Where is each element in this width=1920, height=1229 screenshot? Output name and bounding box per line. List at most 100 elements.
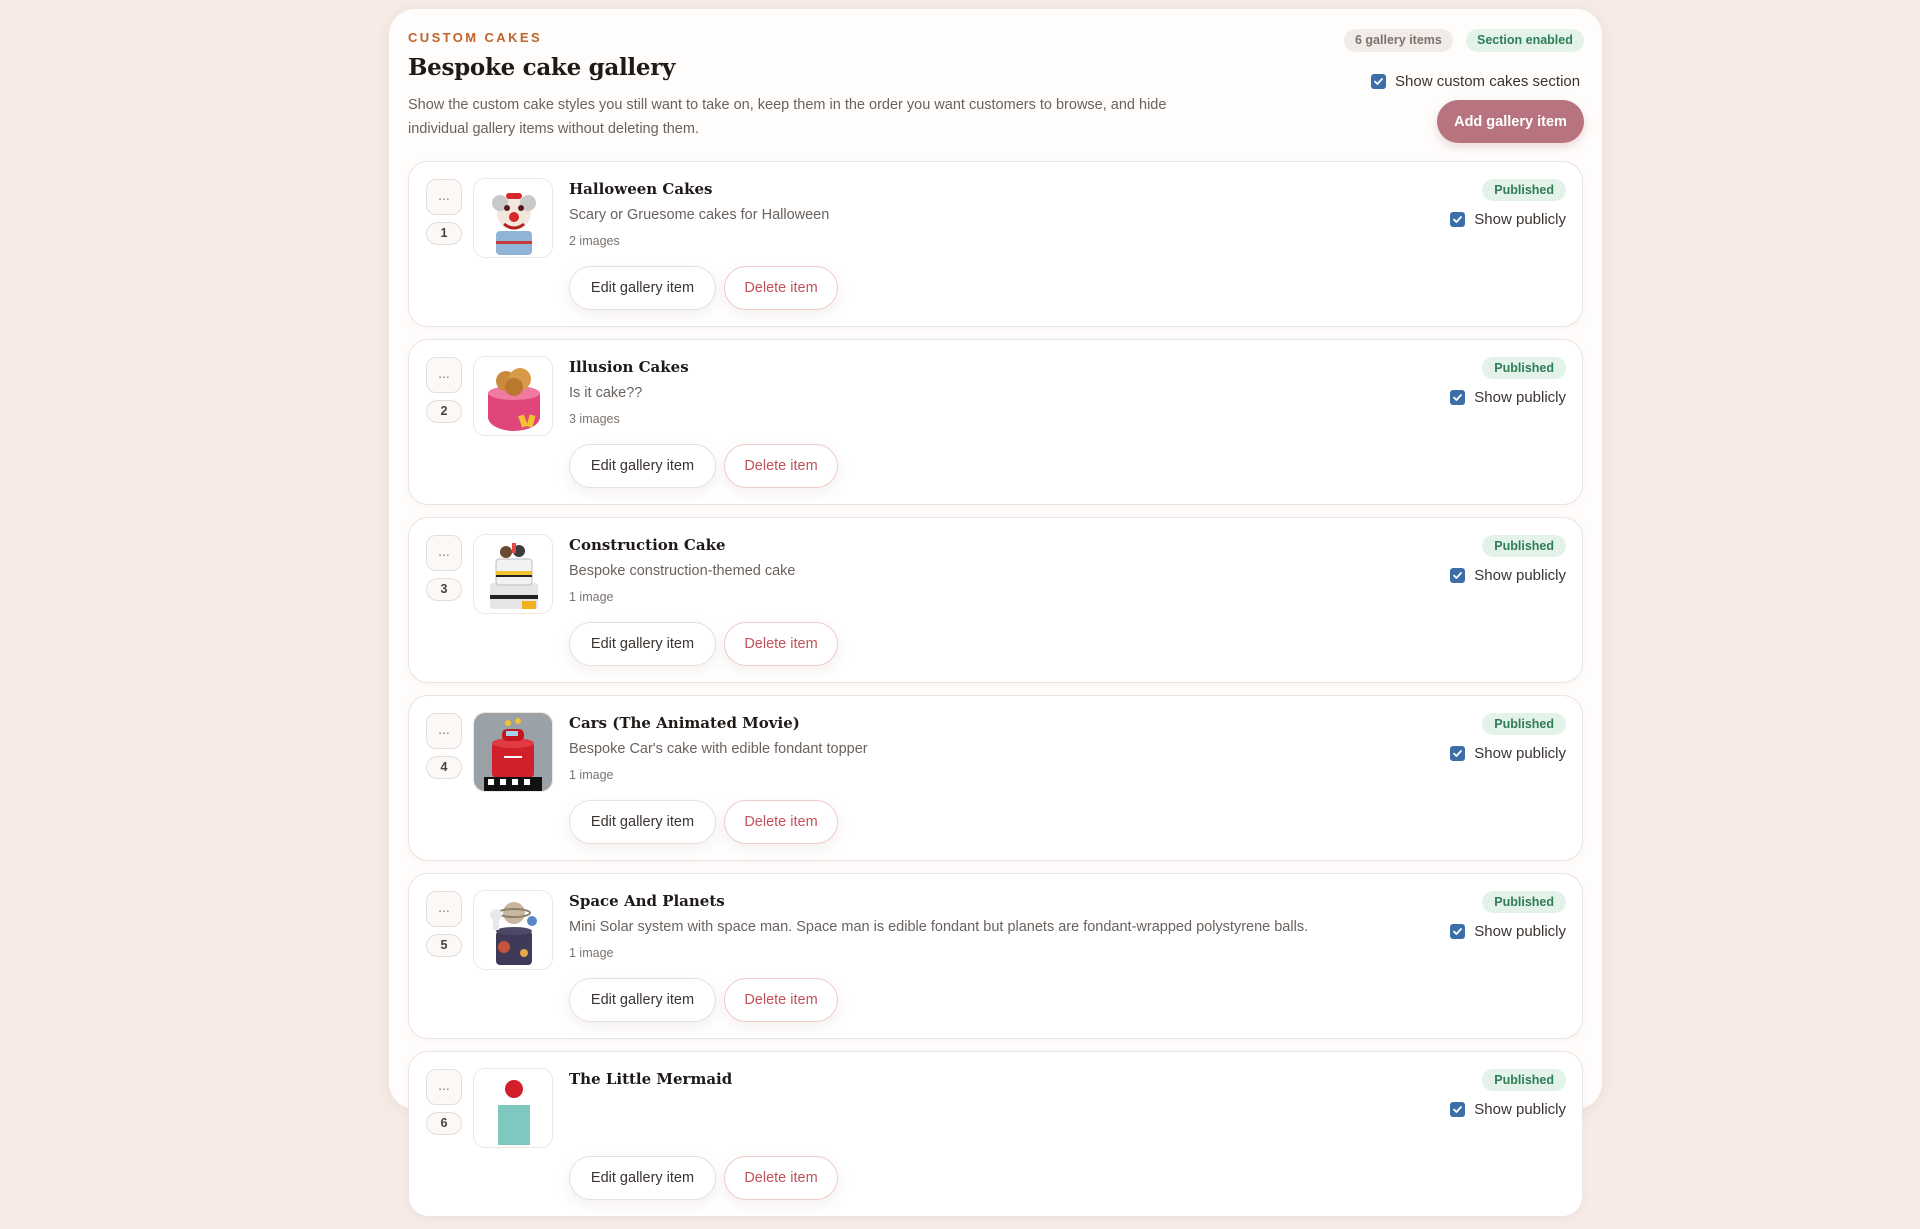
section-description: Show the custom cake styles you still wa… xyxy=(408,97,1167,137)
show-publicly-toggle[interactable]: Show publicly xyxy=(1450,1101,1566,1118)
delete-item-button[interactable]: Delete item xyxy=(724,978,838,1022)
page-title: Bespoke cake gallery xyxy=(408,54,676,81)
drag-handle[interactable]: ... xyxy=(426,713,462,749)
show-section-label: Show custom cakes section xyxy=(1395,73,1581,90)
drag-handle-label: ... xyxy=(438,899,450,915)
show-publicly-checkbox[interactable] xyxy=(1450,1102,1466,1117)
show-publicly-label: Show publicly xyxy=(1474,389,1566,406)
show-publicly-checkbox[interactable] xyxy=(1450,746,1466,761)
drag-handle-label: ... xyxy=(438,721,450,737)
gallery-item-description: Scary or Gruesome cakes for Halloween xyxy=(569,207,830,223)
gallery-item-list: ... 1 Halloween Cakes Scary or Gruesome … xyxy=(408,161,1583,1229)
edit-gallery-item-button[interactable]: Edit gallery item xyxy=(569,622,716,666)
gallery-item-description: Is it cake?? xyxy=(569,385,643,401)
edit-gallery-item-button[interactable]: Edit gallery item xyxy=(569,800,716,844)
construction-cake-image xyxy=(473,534,553,614)
gallery-item-card: ... 3 Construction Cake Bespoke construc… xyxy=(408,517,1583,683)
gallery-item-title: Construction Cake xyxy=(569,536,726,554)
gallery-count-badge: 6 gallery items xyxy=(1344,29,1453,52)
show-publicly-checkbox[interactable] xyxy=(1450,924,1466,939)
gallery-item-image-count: 1 image xyxy=(569,946,614,960)
published-status-badge: Published xyxy=(1482,179,1566,201)
gallery-item-title: Halloween Cakes xyxy=(569,180,713,198)
gallery-item-title: The Little Mermaid xyxy=(569,1070,733,1088)
gallery-item-description: Bespoke Car's cake with edible fondant t… xyxy=(569,741,868,757)
gallery-item-title: Space And Planets xyxy=(569,892,725,910)
position-badge: 1 xyxy=(426,222,462,245)
drag-handle-label: ... xyxy=(438,1077,450,1093)
gallery-item-title: Cars (The Animated Movie) xyxy=(569,714,800,732)
gallery-item-card: ... 4 Cars (The Animated Movie) Bespoke … xyxy=(408,695,1583,861)
show-publicly-toggle[interactable]: Show publicly xyxy=(1450,745,1566,762)
position-badge: 2 xyxy=(426,400,462,423)
position-badge: 6 xyxy=(426,1112,462,1135)
gallery-item-image-count: 3 images xyxy=(569,412,620,426)
clown-cake-image xyxy=(473,178,553,258)
drag-handle[interactable]: ... xyxy=(426,1069,462,1105)
gallery-item-image-count: 1 image xyxy=(569,768,614,782)
delete-item-button[interactable]: Delete item xyxy=(724,800,838,844)
checkmark-icon xyxy=(1453,394,1463,401)
published-status-badge: Published xyxy=(1482,713,1566,735)
position-badge: 3 xyxy=(426,578,462,601)
race-car-cake-image xyxy=(473,712,553,792)
delete-item-button[interactable]: Delete item xyxy=(724,1156,838,1200)
delete-item-button[interactable]: Delete item xyxy=(724,266,838,310)
gallery-item-title: Illusion Cakes xyxy=(569,358,689,376)
gallery-item-image-count: 2 images xyxy=(569,234,620,248)
drag-handle[interactable]: ... xyxy=(426,357,462,393)
checkmark-icon xyxy=(1453,750,1463,757)
edit-gallery-item-button[interactable]: Edit gallery item xyxy=(569,266,716,310)
show-publicly-label: Show publicly xyxy=(1474,1101,1566,1118)
delete-item-button[interactable]: Delete item xyxy=(724,622,838,666)
drag-handle[interactable]: ... xyxy=(426,535,462,571)
mermaid-cake-image xyxy=(473,1068,553,1148)
show-publicly-label: Show publicly xyxy=(1474,567,1566,584)
show-publicly-checkbox[interactable] xyxy=(1450,212,1466,227)
checkmark-icon xyxy=(1374,78,1383,85)
edit-gallery-item-button[interactable]: Edit gallery item xyxy=(569,978,716,1022)
gallery-item-description: Bespoke construction-themed cake xyxy=(569,563,796,579)
gallery-item-card: ... 6 The Little Mermaid Edit gallery it… xyxy=(408,1051,1583,1217)
published-status-badge: Published xyxy=(1482,535,1566,557)
position-badge: 4 xyxy=(426,756,462,779)
section-eyebrow: CUSTOM CAKES xyxy=(408,30,543,45)
delete-item-button[interactable]: Delete item xyxy=(724,444,838,488)
published-status-badge: Published xyxy=(1482,1069,1566,1091)
planets-cake-image xyxy=(473,890,553,970)
drag-handle-label: ... xyxy=(438,543,450,559)
add-gallery-item-button[interactable]: Add gallery item xyxy=(1437,100,1584,143)
show-publicly-checkbox[interactable] xyxy=(1450,568,1466,583)
show-publicly-label: Show publicly xyxy=(1474,211,1566,228)
show-publicly-toggle[interactable]: Show publicly xyxy=(1450,567,1566,584)
gallery-item-image-count: 1 image xyxy=(569,590,614,604)
position-badge: 5 xyxy=(426,934,462,957)
gallery-item-card: ... 2 Illusion Cakes Is it cake?? 3 imag… xyxy=(408,339,1583,505)
show-section-toggle[interactable]: Show custom cakes section xyxy=(1371,73,1580,90)
show-publicly-toggle[interactable]: Show publicly xyxy=(1450,389,1566,406)
chicken-bucket-cake-image xyxy=(473,356,553,436)
drag-handle-label: ... xyxy=(438,365,450,381)
drag-handle[interactable]: ... xyxy=(426,179,462,215)
checkmark-icon xyxy=(1453,928,1463,935)
gallery-item-card: ... 1 Halloween Cakes Scary or Gruesome … xyxy=(408,161,1583,327)
edit-gallery-item-button[interactable]: Edit gallery item xyxy=(569,1156,716,1200)
published-status-badge: Published xyxy=(1482,891,1566,913)
show-publicly-label: Show publicly xyxy=(1474,923,1566,940)
published-status-badge: Published xyxy=(1482,357,1566,379)
show-section-checkbox[interactable] xyxy=(1371,74,1386,89)
section-status-badge: Section enabled xyxy=(1466,29,1584,52)
gallery-item-card: ... 5 Space And Planets Mini Solar syste… xyxy=(408,873,1583,1039)
custom-cakes-panel: CUSTOM CAKES Bespoke cake gallery Show t… xyxy=(389,9,1602,1217)
checkmark-icon xyxy=(1453,572,1463,579)
drag-handle-label: ... xyxy=(438,187,450,203)
show-publicly-label: Show publicly xyxy=(1474,745,1566,762)
show-publicly-toggle[interactable]: Show publicly xyxy=(1450,211,1566,228)
show-publicly-toggle[interactable]: Show publicly xyxy=(1450,923,1566,940)
checkmark-icon xyxy=(1453,1106,1463,1113)
edit-gallery-item-button[interactable]: Edit gallery item xyxy=(569,444,716,488)
gallery-item-description: Mini Solar system with space man. Space … xyxy=(569,919,1309,935)
show-publicly-checkbox[interactable] xyxy=(1450,390,1466,405)
drag-handle[interactable]: ... xyxy=(426,891,462,927)
checkmark-icon xyxy=(1453,216,1463,223)
